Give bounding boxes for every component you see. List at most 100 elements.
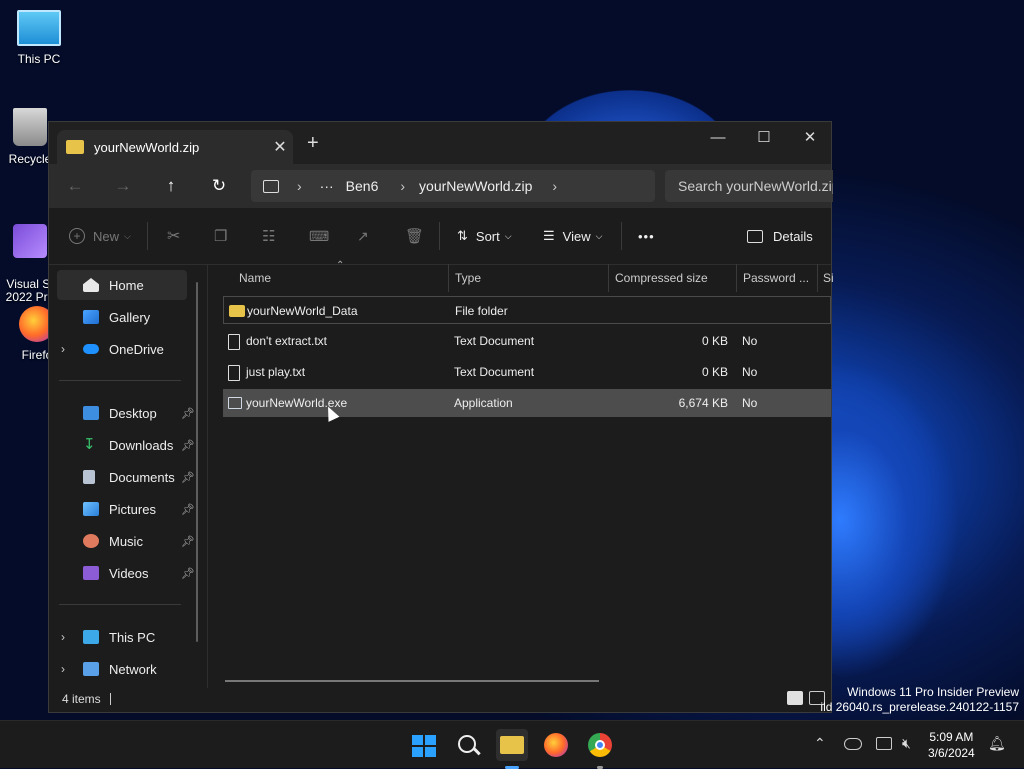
- start-button[interactable]: [408, 729, 440, 761]
- visual-studio-icon: [13, 224, 47, 258]
- file-row-dont-extract-txt[interactable]: don't extract.txt Text Document 0 KB No: [223, 327, 831, 355]
- pin-icon[interactable]: 📌︎: [181, 471, 195, 484]
- paste-button[interactable]: ☷: [262, 224, 275, 248]
- tab-close-button[interactable]: ✕: [267, 137, 293, 157]
- file-compressed-size: 6,674 KB: [678, 396, 728, 410]
- document-icon: [83, 470, 95, 484]
- file-row-yournewworld-exe[interactable]: yourNewWorld.exe Application 6,674 KB No: [223, 389, 831, 417]
- pin-icon[interactable]: 📌︎: [181, 567, 195, 580]
- new-button[interactable]: + New ⌵: [69, 224, 131, 248]
- column-header-compressed-size[interactable]: Compressed size: [615, 264, 708, 292]
- file-type: Text Document: [454, 365, 535, 379]
- sidebar-item-music[interactable]: Music 📌︎: [57, 526, 195, 556]
- breadcrumb[interactable]: › ··· Ben6 › yourNewWorld.zip ›: [251, 170, 655, 202]
- copy-button[interactable]: ❐: [214, 224, 227, 248]
- sort-button-label: Sort: [475, 228, 500, 244]
- details-view-toggle-icon[interactable]: [787, 691, 803, 705]
- cut-button[interactable]: ✂: [167, 224, 180, 248]
- taskbar-chrome[interactable]: [584, 729, 616, 769]
- column-divider[interactable]: [736, 264, 737, 292]
- navigation-pane: Home Gallery › OneDrive Desktop 📌︎ ↧ Dow…: [49, 264, 207, 688]
- file-row-yournewworld-data[interactable]: yourNewWorld_Data File folder: [223, 296, 831, 324]
- forward-button[interactable]: →: [109, 174, 137, 198]
- volume-muted-icon[interactable]: 🔇︎: [902, 735, 911, 752]
- sidebar-item-this-pc[interactable]: › This PC: [57, 622, 187, 652]
- sidebar-item-downloads[interactable]: ↧ Downloads 📌︎: [57, 430, 195, 460]
- column-divider[interactable]: [817, 264, 818, 292]
- view-button[interactable]: ☰ View ⌵: [543, 224, 602, 248]
- sidebar-item-desktop[interactable]: Desktop 📌︎: [57, 398, 195, 428]
- network-tray-icon[interactable]: [876, 737, 892, 750]
- minimize-button[interactable]: —: [695, 124, 741, 152]
- share-button[interactable]: ↗: [357, 224, 369, 248]
- chevron-up-icon[interactable]: ⌃: [814, 735, 826, 752]
- taskbar-file-explorer[interactable]: [496, 729, 528, 769]
- notification-bell-icon[interactable]: 🔔︎: [988, 735, 1006, 752]
- more-options-button[interactable]: •••: [638, 224, 655, 248]
- taskbar-firefox[interactable]: [540, 729, 572, 761]
- column-header-size[interactable]: Si: [823, 264, 834, 292]
- this-pc-crumb-icon[interactable]: [263, 179, 279, 193]
- pin-icon[interactable]: 📌︎: [181, 535, 195, 548]
- pin-icon[interactable]: 📌︎: [181, 503, 195, 516]
- file-explorer-icon: [500, 736, 524, 754]
- pin-icon[interactable]: 📌︎: [181, 439, 195, 452]
- home-icon: [83, 278, 99, 292]
- search-input[interactable]: Search yourNewWorld.zip: [665, 170, 833, 202]
- sidebar-scrollbar[interactable]: [196, 282, 198, 642]
- breadcrumb-overflow[interactable]: ···: [320, 178, 334, 194]
- sidebar-item-pictures[interactable]: Pictures 📌︎: [57, 494, 195, 524]
- delete-button[interactable]: 🗑︎: [405, 224, 424, 248]
- column-divider[interactable]: [608, 264, 609, 292]
- column-divider[interactable]: [448, 264, 449, 292]
- chevron-right-icon: ›: [552, 178, 558, 194]
- column-header-type[interactable]: Type: [455, 264, 481, 292]
- horizontal-scrollbar[interactable]: [225, 680, 599, 682]
- sidebar-item-label: Videos: [109, 565, 149, 581]
- item-count: 4 items: [62, 692, 101, 706]
- sidebar-item-gallery[interactable]: Gallery: [57, 302, 187, 332]
- refresh-button[interactable]: ↻: [205, 174, 233, 198]
- up-button[interactable]: ↑: [157, 174, 185, 198]
- clock-date: 3/6/2024: [928, 746, 975, 760]
- chevron-right-icon[interactable]: ›: [61, 342, 65, 356]
- sort-icon: ⇅: [457, 228, 468, 243]
- file-password: No: [742, 396, 758, 410]
- breadcrumb-ben6[interactable]: Ben6: [346, 178, 379, 194]
- chevron-right-icon[interactable]: ›: [61, 630, 65, 644]
- sidebar-item-onedrive[interactable]: › OneDrive: [57, 334, 187, 364]
- column-header-name[interactable]: Name: [239, 264, 271, 292]
- onedrive-tray-icon[interactable]: [844, 738, 862, 750]
- network-icon: [83, 662, 99, 676]
- maximize-button[interactable]: ☐: [741, 124, 787, 152]
- desktop-icon: [83, 406, 99, 420]
- sidebar-item-home[interactable]: Home: [57, 270, 187, 300]
- new-tab-button[interactable]: +: [307, 132, 319, 155]
- desktop-icon-this-pc[interactable]: This PC: [0, 10, 79, 66]
- close-button[interactable]: ✕: [787, 124, 833, 152]
- pin-icon[interactable]: 📌︎: [181, 407, 195, 420]
- divider: [59, 604, 181, 605]
- chevron-right-icon[interactable]: ›: [61, 662, 65, 676]
- breadcrumb-zip[interactable]: yourNewWorld.zip: [419, 178, 532, 194]
- details-pane-button[interactable]: Details: [747, 224, 813, 248]
- file-row-just-play-txt[interactable]: just play.txt Text Document 0 KB No: [223, 358, 831, 386]
- insider-watermark: Windows 11 Pro Insider Preview ild 26040…: [820, 685, 1019, 715]
- tab-yournewworld-zip[interactable]: yourNewWorld.zip ✕: [57, 130, 293, 164]
- title-bar: yourNewWorld.zip ✕ + — ☐ ✕: [49, 122, 831, 164]
- sort-button[interactable]: ⇅ Sort ⌵: [457, 224, 512, 248]
- file-compressed-size: 0 KB: [701, 365, 728, 379]
- chevron-right-icon: ›: [297, 178, 302, 194]
- rename-button[interactable]: ⌨: [309, 224, 329, 248]
- sidebar-item-label: Pictures: [109, 501, 156, 517]
- firefox-icon: [544, 733, 568, 757]
- search-icon-handle: [473, 747, 481, 755]
- sidebar-item-network[interactable]: › Network: [57, 654, 187, 684]
- column-header-password[interactable]: Password ...: [743, 264, 809, 292]
- sidebar-item-documents[interactable]: Documents 📌︎: [57, 462, 195, 492]
- sidebar-item-videos[interactable]: Videos 📌︎: [57, 558, 195, 588]
- tab-title: yourNewWorld.zip: [94, 139, 200, 155]
- back-button[interactable]: ←: [61, 174, 89, 198]
- search-button[interactable]: [452, 729, 484, 761]
- clock[interactable]: 5:09 AM 3/6/2024: [928, 729, 975, 761]
